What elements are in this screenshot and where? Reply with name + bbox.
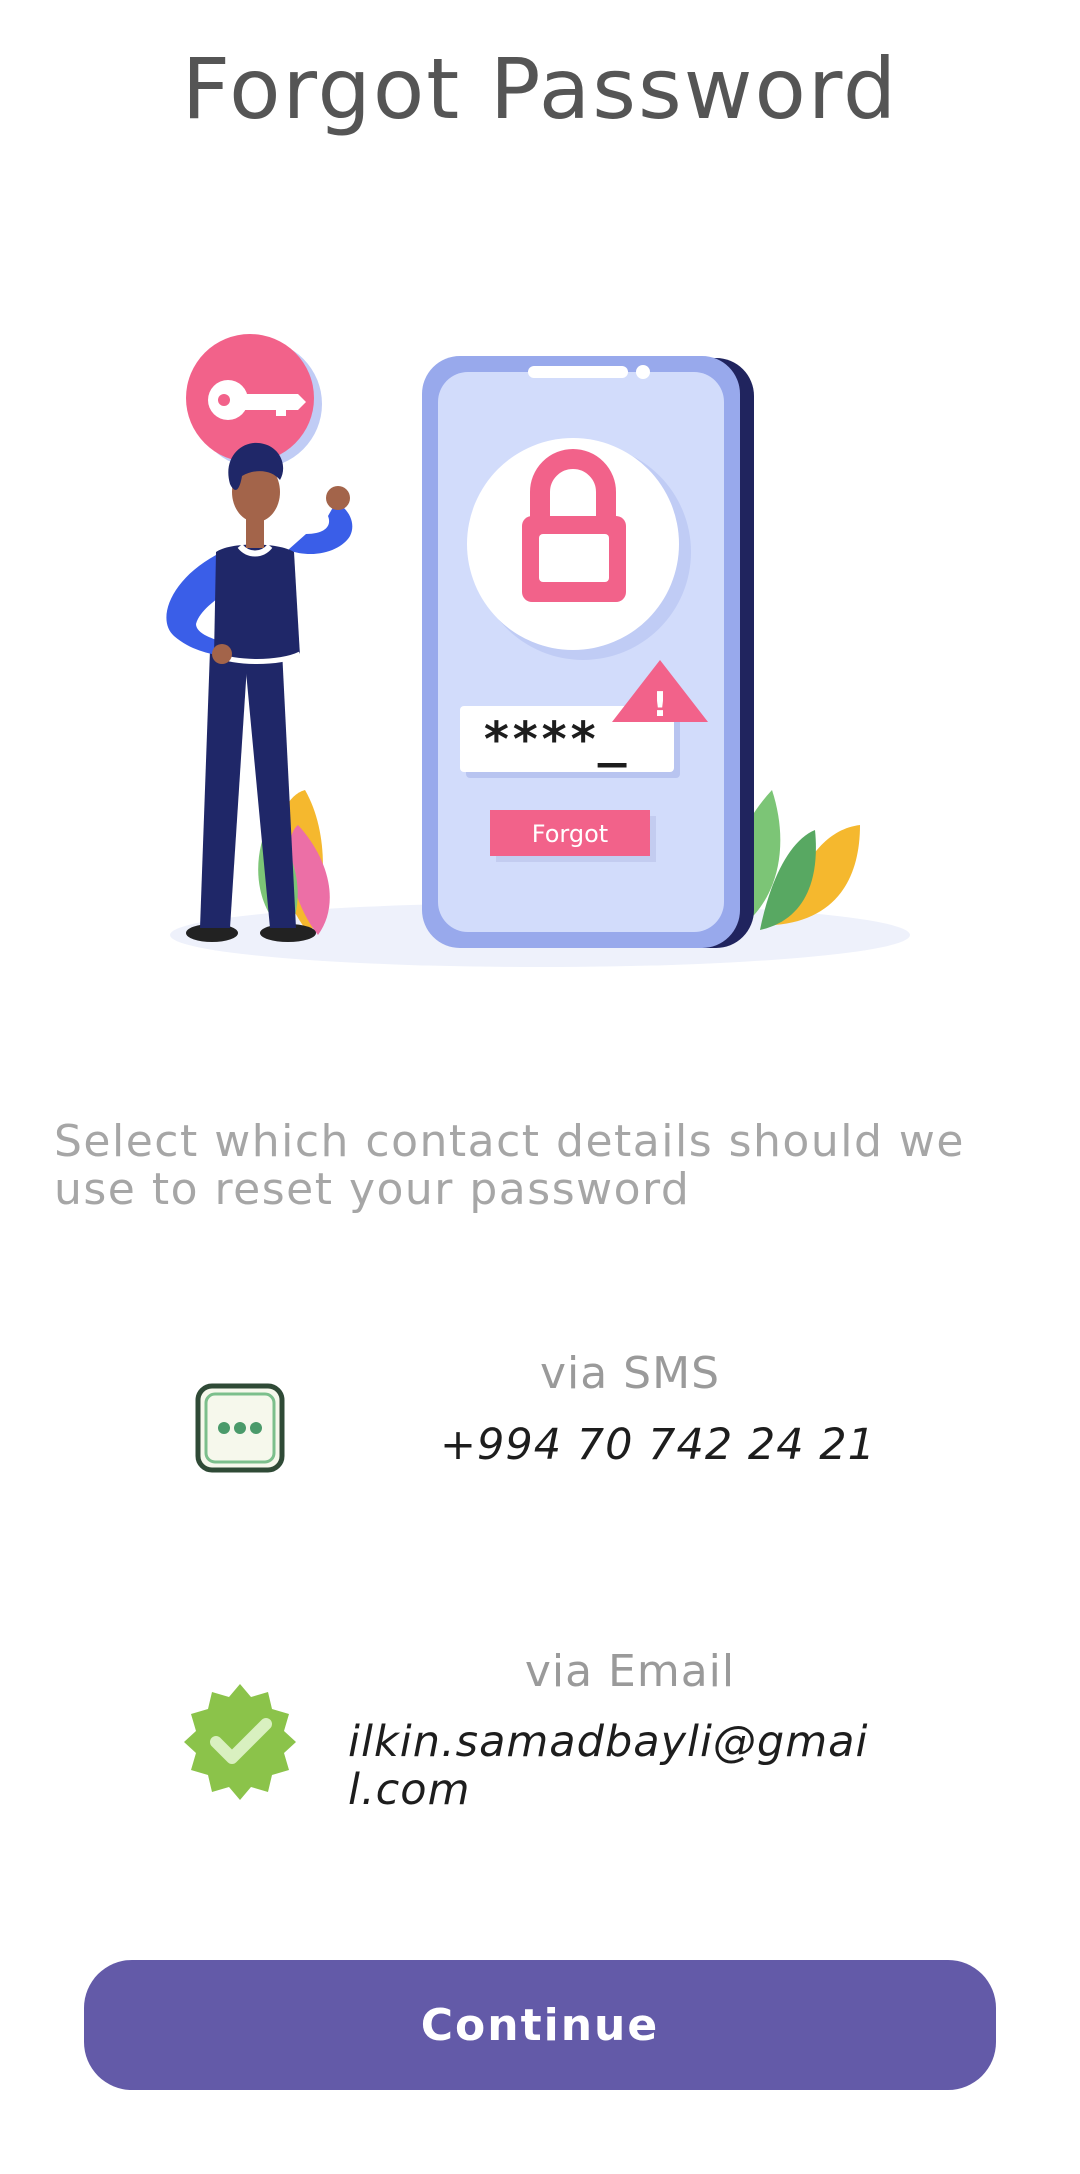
verified-check-badge-icon <box>184 1684 296 1800</box>
option-via-email[interactable]: via Email ilkin.samadbayli@gmail.com <box>0 1630 1080 1860</box>
phone-speaker <box>528 366 628 378</box>
key-hole <box>218 394 230 406</box>
lock-body-inner <box>539 534 609 582</box>
illustration-forgot-label: Forgot <box>532 820 608 848</box>
sms-chat-icon <box>195 1383 285 1473</box>
option-email-label: via Email <box>524 1646 736 1697</box>
phone-camera <box>636 365 650 379</box>
person-arm <box>288 502 353 555</box>
person-hand <box>326 486 350 510</box>
warning-glyph: ! <box>652 685 668 725</box>
person-neck <box>246 518 264 548</box>
forgot-password-illustration: ****_ ! Forgot <box>166 334 910 967</box>
page-title: Forgot Password <box>181 40 899 138</box>
option-email-address: ilkin.samadbayli@gmail.com <box>348 1717 869 1815</box>
password-field-text: ****_ <box>482 712 627 768</box>
option-via-sms[interactable]: via SMS +994 70 742 24 21 <box>0 1330 1080 1560</box>
continue-button[interactable]: Continue <box>84 1960 996 2090</box>
instruction-text: Select which contact details should we u… <box>54 1116 965 1215</box>
option-sms-phone: +994 70 742 24 21 <box>440 1420 876 1470</box>
person-hand <box>212 644 232 664</box>
option-sms-label: via SMS <box>539 1348 721 1399</box>
person-leg <box>244 650 296 928</box>
person-leg <box>200 650 248 928</box>
